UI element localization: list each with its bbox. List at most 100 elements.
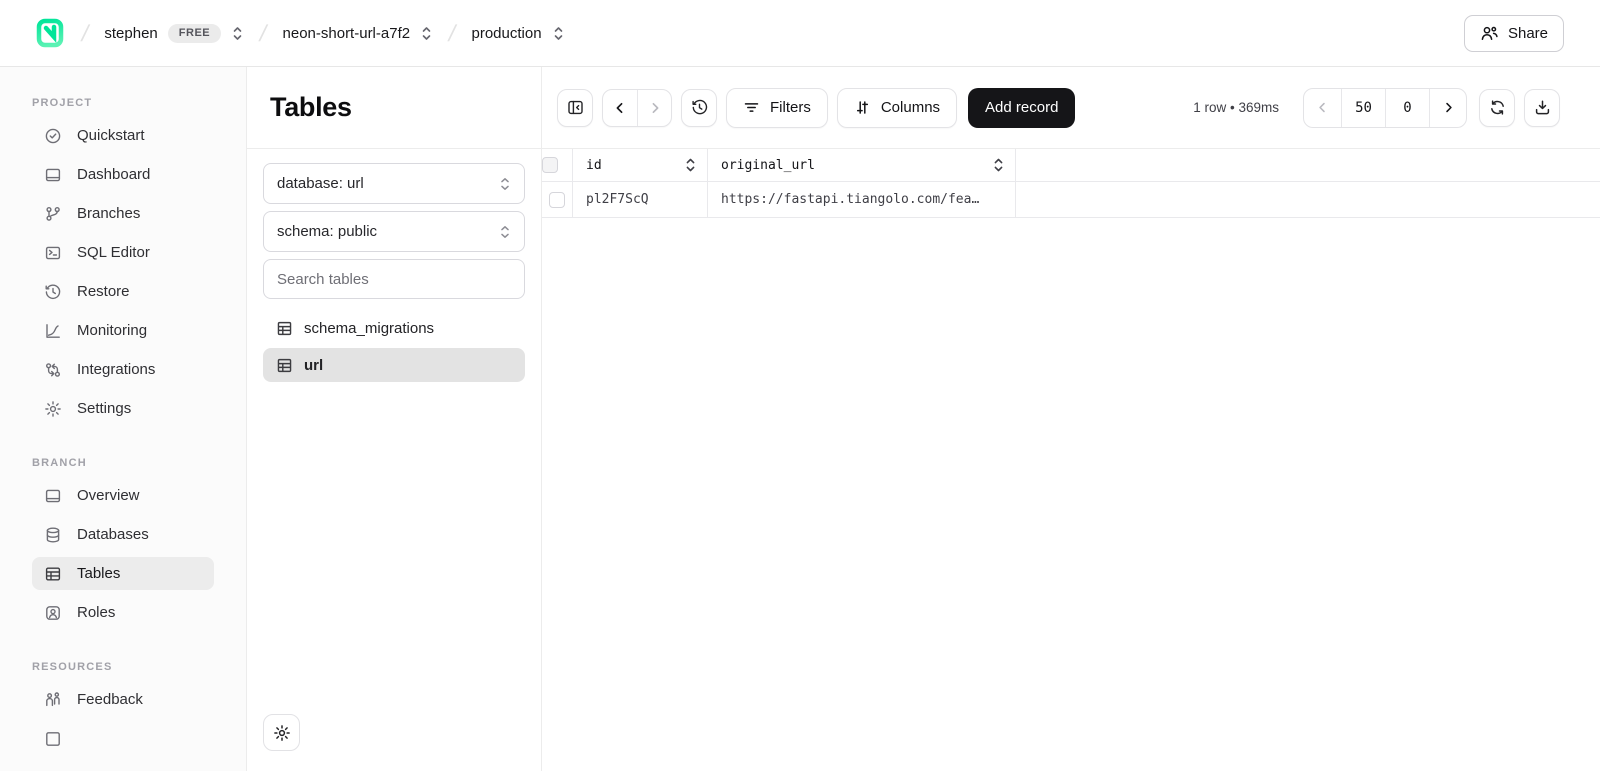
sidebar-item-monitoring[interactable]: Monitoring [32, 314, 214, 347]
sidebar-item-restore[interactable]: Restore [32, 275, 214, 308]
table-list-item-schema-migrations[interactable]: schema_migrations [263, 311, 525, 345]
panel-settings-button[interactable] [263, 714, 300, 751]
sql-terminal-icon [44, 244, 62, 262]
git-branch-icon [44, 205, 62, 223]
sidebar-item-feedback[interactable]: Feedback [32, 683, 214, 716]
select-all-checkbox[interactable] [542, 157, 558, 173]
breadcrumb-project[interactable]: neon-short-url-a7f2 [283, 25, 434, 42]
row-checkbox[interactable] [549, 192, 565, 208]
sidebar-item-partial[interactable] [32, 722, 214, 755]
sidebar-item-dashboard[interactable]: Dashboard [32, 158, 214, 191]
sidebar-item-label: Settings [77, 400, 131, 417]
search-tables-input[interactable] [263, 259, 525, 299]
sidebar-item-databases[interactable]: Databases [32, 518, 214, 551]
nav-forward-button[interactable] [637, 90, 671, 126]
sidebar-item-tables[interactable]: Tables [32, 557, 214, 590]
grid-data-row[interactable]: pl2F7ScQ https://fastapi.tiangolo.com/fe… [542, 182, 1600, 218]
cell-original-url[interactable]: https://fastapi.tiangolo.com/fea… [708, 182, 1016, 217]
row-select-cell [542, 182, 573, 217]
top-bar: / stephen FREE / neon-short-url-a7f2 / p… [0, 0, 1600, 67]
column-label: original_url [721, 158, 815, 173]
row-count-status: 1 row • 369ms [1193, 100, 1294, 115]
sort-updown-icon[interactable] [992, 157, 1005, 173]
sidebar-item-label: Quickstart [77, 127, 145, 144]
table-icon [276, 320, 293, 337]
neon-logo-icon[interactable] [34, 17, 66, 49]
chevron-updown-icon [231, 26, 244, 41]
page-next-button[interactable] [1429, 89, 1466, 127]
sidebar-item-branches[interactable]: Branches [32, 197, 214, 230]
section-title-resources: RESOURCES [32, 661, 246, 673]
share-label: Share [1508, 25, 1548, 42]
sidebar-item-settings[interactable]: Settings [32, 392, 214, 425]
filter-icon [743, 100, 760, 115]
collapse-panel-button[interactable] [557, 89, 593, 127]
refresh-button[interactable] [1479, 89, 1515, 127]
column-header-id[interactable]: id [573, 149, 708, 181]
filters-button[interactable]: Filters [726, 88, 828, 128]
query-history-button[interactable] [681, 89, 717, 127]
page-title: Tables [270, 92, 352, 123]
chevron-updown-icon [499, 177, 511, 191]
database-select[interactable]: database: url [263, 163, 525, 204]
records-grid: id original_url pl2F7ScQ https://f [542, 149, 1600, 218]
sidebar-item-overview[interactable]: Overview [32, 479, 214, 512]
sidebar-item-label: Feedback [77, 691, 143, 708]
gear-icon [273, 724, 291, 742]
table-name: url [304, 357, 323, 374]
users-icon [1480, 25, 1499, 42]
document-icon [44, 730, 62, 748]
nav-back-button[interactable] [603, 90, 637, 126]
sidebar-item-label: Monitoring [77, 322, 147, 339]
plan-badge: FREE [168, 24, 221, 43]
sidebar-item-label: Tables [77, 565, 120, 582]
chevron-left-icon [1316, 101, 1329, 114]
schema-select-value: schema: public [277, 223, 377, 240]
column-header-original-url[interactable]: original_url [708, 149, 1016, 181]
table-icon [44, 565, 62, 583]
section-title-project: PROJECT [32, 97, 246, 109]
schema-select[interactable]: schema: public [263, 211, 525, 252]
refresh-icon [1488, 98, 1507, 117]
grid-header-row: id original_url [542, 149, 1600, 182]
section-gap [0, 431, 246, 457]
cell-id[interactable]: pl2F7ScQ [573, 182, 708, 217]
sidebar-item-roles[interactable]: Roles [32, 596, 214, 629]
database-icon [44, 526, 62, 544]
section-title-branch: BRANCH [32, 457, 246, 469]
sidebar-item-quickstart[interactable]: Quickstart [32, 119, 214, 152]
download-button[interactable] [1524, 89, 1560, 127]
history-nav-group [602, 89, 672, 127]
pagination-group: 50 0 [1303, 88, 1467, 128]
window-icon [44, 487, 62, 505]
branch-name: production [471, 25, 541, 42]
sort-updown-icon[interactable] [684, 157, 697, 173]
sidebar-item-label: Roles [77, 604, 115, 621]
table-toolbar: Filters Columns Add record 1 row • 369ms… [542, 67, 1600, 149]
columns-button[interactable]: Columns [837, 88, 957, 128]
share-button[interactable]: Share [1464, 15, 1564, 52]
table-list-item-url[interactable]: url [263, 348, 525, 382]
user-badge-icon [44, 604, 62, 622]
account-name: stephen [104, 25, 157, 42]
select-all-cell [542, 149, 573, 181]
tables-panel: Tables database: url schema: public [247, 67, 542, 771]
history-clock-icon [690, 98, 709, 117]
sidebar-item-sql-editor[interactable]: SQL Editor [32, 236, 214, 269]
page-offset-input[interactable]: 0 [1385, 89, 1429, 127]
breadcrumb-branch[interactable]: production [471, 25, 564, 42]
add-record-button[interactable]: Add record [968, 88, 1075, 128]
page-prev-button[interactable] [1304, 89, 1341, 127]
tables-panel-body: database: url schema: public schema_migr… [247, 149, 541, 771]
table-name: schema_migrations [304, 320, 434, 337]
check-circle-icon [44, 127, 62, 145]
chevron-left-icon [613, 101, 627, 115]
breadcrumb-account[interactable]: stephen FREE [104, 24, 244, 43]
breadcrumb-separator: / [257, 20, 269, 47]
page-size-input[interactable]: 50 [1341, 89, 1385, 127]
sidebar: PROJECT Quickstart Dashboard Branches SQ… [0, 67, 247, 771]
git-compare-icon [44, 361, 62, 379]
main-content: Filters Columns Add record 1 row • 369ms… [542, 67, 1600, 771]
tables-panel-header: Tables [247, 67, 541, 149]
sidebar-item-integrations[interactable]: Integrations [32, 353, 214, 386]
